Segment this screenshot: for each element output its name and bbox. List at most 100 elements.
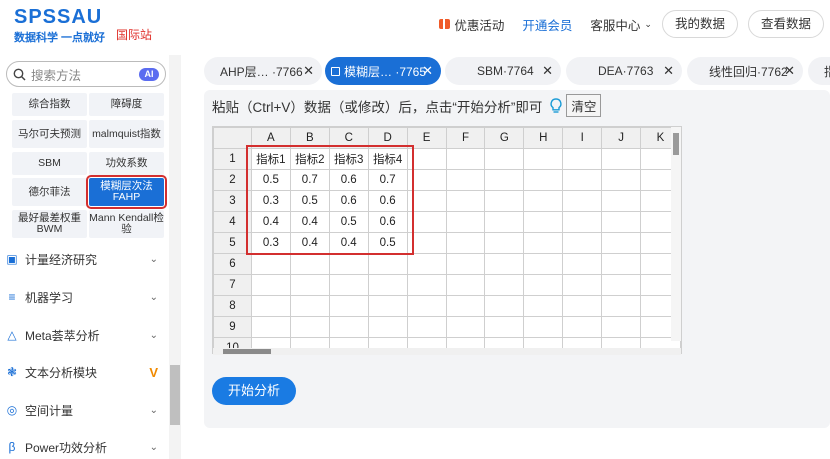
grid-cell[interactable]: [289, 316, 330, 338]
grid-cell[interactable]: [445, 232, 486, 254]
grid-cell[interactable]: [328, 295, 369, 317]
grid-cell[interactable]: [523, 211, 564, 233]
grid-cell[interactable]: [601, 232, 642, 254]
start-analysis-button[interactable]: 开始分析: [212, 377, 296, 405]
scroll-thumb[interactable]: [673, 133, 679, 155]
grid-cell[interactable]: [484, 148, 525, 170]
column-header[interactable]: H: [523, 127, 564, 149]
grid-cell[interactable]: [562, 190, 603, 212]
method-item[interactable]: malmquist指数: [89, 120, 164, 148]
category-machine-learning[interactable]: ≡ 机器学习 ⌄: [6, 286, 162, 308]
tab-linear-regression[interactable]: 线性回归·7762 ✕: [687, 57, 803, 85]
grid-cell[interactable]: [289, 253, 330, 275]
category-meta-analysis[interactable]: △ Meta荟萃分析 ⌄: [6, 324, 162, 346]
row-header[interactable]: 7: [213, 274, 252, 296]
grid-cell[interactable]: [484, 211, 525, 233]
sidebar-scrollbar[interactable]: [170, 365, 180, 425]
method-item-fahp[interactable]: 模糊层次法FAHP: [86, 175, 167, 209]
method-item[interactable]: 障碍度: [89, 93, 164, 116]
grid-cell[interactable]: [562, 232, 603, 254]
close-icon[interactable]: ✕: [303, 63, 314, 79]
close-icon[interactable]: ✕: [542, 63, 553, 79]
tab-more[interactable]: 指: [808, 57, 830, 85]
row-header[interactable]: 9: [213, 316, 252, 338]
grid-cell[interactable]: [250, 295, 291, 317]
method-item[interactable]: 最好最差权重BWM: [12, 210, 87, 238]
method-item[interactable]: 功效系数: [89, 152, 164, 175]
method-search[interactable]: 搜索方法 AI: [6, 61, 166, 87]
lightbulb-icon[interactable]: [550, 97, 562, 114]
method-item[interactable]: 马尔可夫预测: [12, 120, 87, 148]
promo-link[interactable]: 优惠活动: [439, 15, 504, 34]
grid-cell[interactable]: [601, 169, 642, 191]
intl-site-link[interactable]: 国际站: [116, 26, 152, 43]
clear-button[interactable]: 清空: [566, 94, 602, 117]
grid-cell[interactable]: [367, 295, 408, 317]
grid-cell[interactable]: [406, 316, 447, 338]
grid-cell[interactable]: [601, 190, 642, 212]
grid-cell[interactable]: [445, 274, 486, 296]
grid-cell[interactable]: [484, 274, 525, 296]
grid-cell[interactable]: [445, 316, 486, 338]
grid-cell[interactable]: [445, 148, 486, 170]
grid-cell[interactable]: [523, 232, 564, 254]
grid-cell[interactable]: [523, 169, 564, 191]
tab-fahp[interactable]: 模糊层… ·7765 ✕: [325, 57, 441, 85]
grid-cell[interactable]: [367, 253, 408, 275]
close-icon[interactable]: ✕: [422, 63, 433, 79]
grid-cell[interactable]: [445, 169, 486, 191]
grid-cell[interactable]: [601, 211, 642, 233]
category-econometrics[interactable]: ▣ 计量经济研究 ⌄: [6, 248, 162, 270]
close-icon[interactable]: ✕: [784, 63, 795, 79]
grid-cell[interactable]: [562, 169, 603, 191]
grid-cell[interactable]: [601, 148, 642, 170]
sheet-vertical-scrollbar[interactable]: [671, 127, 681, 341]
view-data-button[interactable]: 查看数据: [747, 10, 824, 38]
column-header[interactable]: I: [562, 127, 603, 149]
grid-cell[interactable]: [601, 253, 642, 275]
row-header[interactable]: 8: [213, 295, 252, 317]
grid-cell[interactable]: [445, 253, 486, 275]
grid-cell[interactable]: [484, 232, 525, 254]
my-data-button[interactable]: 我的数据: [661, 10, 738, 38]
scroll-thumb[interactable]: [223, 349, 271, 354]
grid-cell[interactable]: [484, 253, 525, 275]
grid-cell[interactable]: [562, 211, 603, 233]
grid-cell[interactable]: [250, 316, 291, 338]
column-header[interactable]: G: [484, 127, 525, 149]
tab-dea[interactable]: DEA·7763 ✕: [566, 57, 682, 85]
grid-cell[interactable]: [562, 253, 603, 275]
grid-cell[interactable]: [523, 295, 564, 317]
grid-cell[interactable]: [328, 316, 369, 338]
grid-cell[interactable]: [445, 190, 486, 212]
grid-cell[interactable]: [562, 274, 603, 296]
grid-cell[interactable]: [601, 316, 642, 338]
service-center-menu[interactable]: 客服中心 ⌄: [590, 15, 652, 34]
grid-cell[interactable]: [367, 316, 408, 338]
grid-cell[interactable]: [328, 253, 369, 275]
tab-sbm[interactable]: SBM·7764 ✕: [445, 57, 561, 85]
ai-badge[interactable]: AI: [139, 67, 159, 81]
grid-cell[interactable]: [289, 274, 330, 296]
tab-ahp[interactable]: AHP层… ·7766 ✕: [204, 57, 322, 85]
method-item[interactable]: Mann Kendall检验: [89, 210, 164, 238]
method-item[interactable]: 德尔菲法: [12, 178, 87, 206]
search-input[interactable]: 搜索方法: [31, 65, 139, 84]
site-logo[interactable]: SPSSAU 数据科学 一点就好: [14, 6, 105, 45]
sheet-horizontal-scrollbar[interactable]: [213, 348, 681, 355]
grid-cell[interactable]: [601, 274, 642, 296]
column-header[interactable]: F: [445, 127, 486, 149]
row-header[interactable]: 6: [213, 253, 252, 275]
grid-cell[interactable]: [406, 295, 447, 317]
grid-cell[interactable]: [601, 295, 642, 317]
close-icon[interactable]: ✕: [663, 63, 674, 79]
grid-cell[interactable]: [445, 295, 486, 317]
category-spatial[interactable]: ◎ 空间计量 ⌄: [6, 399, 162, 421]
grid-cell[interactable]: [484, 295, 525, 317]
grid-cell[interactable]: [523, 274, 564, 296]
grid-cell[interactable]: [562, 295, 603, 317]
member-link[interactable]: 开通会员: [522, 15, 572, 34]
grid-cell[interactable]: [523, 190, 564, 212]
grid-cell[interactable]: [523, 316, 564, 338]
grid-cell[interactable]: [562, 148, 603, 170]
